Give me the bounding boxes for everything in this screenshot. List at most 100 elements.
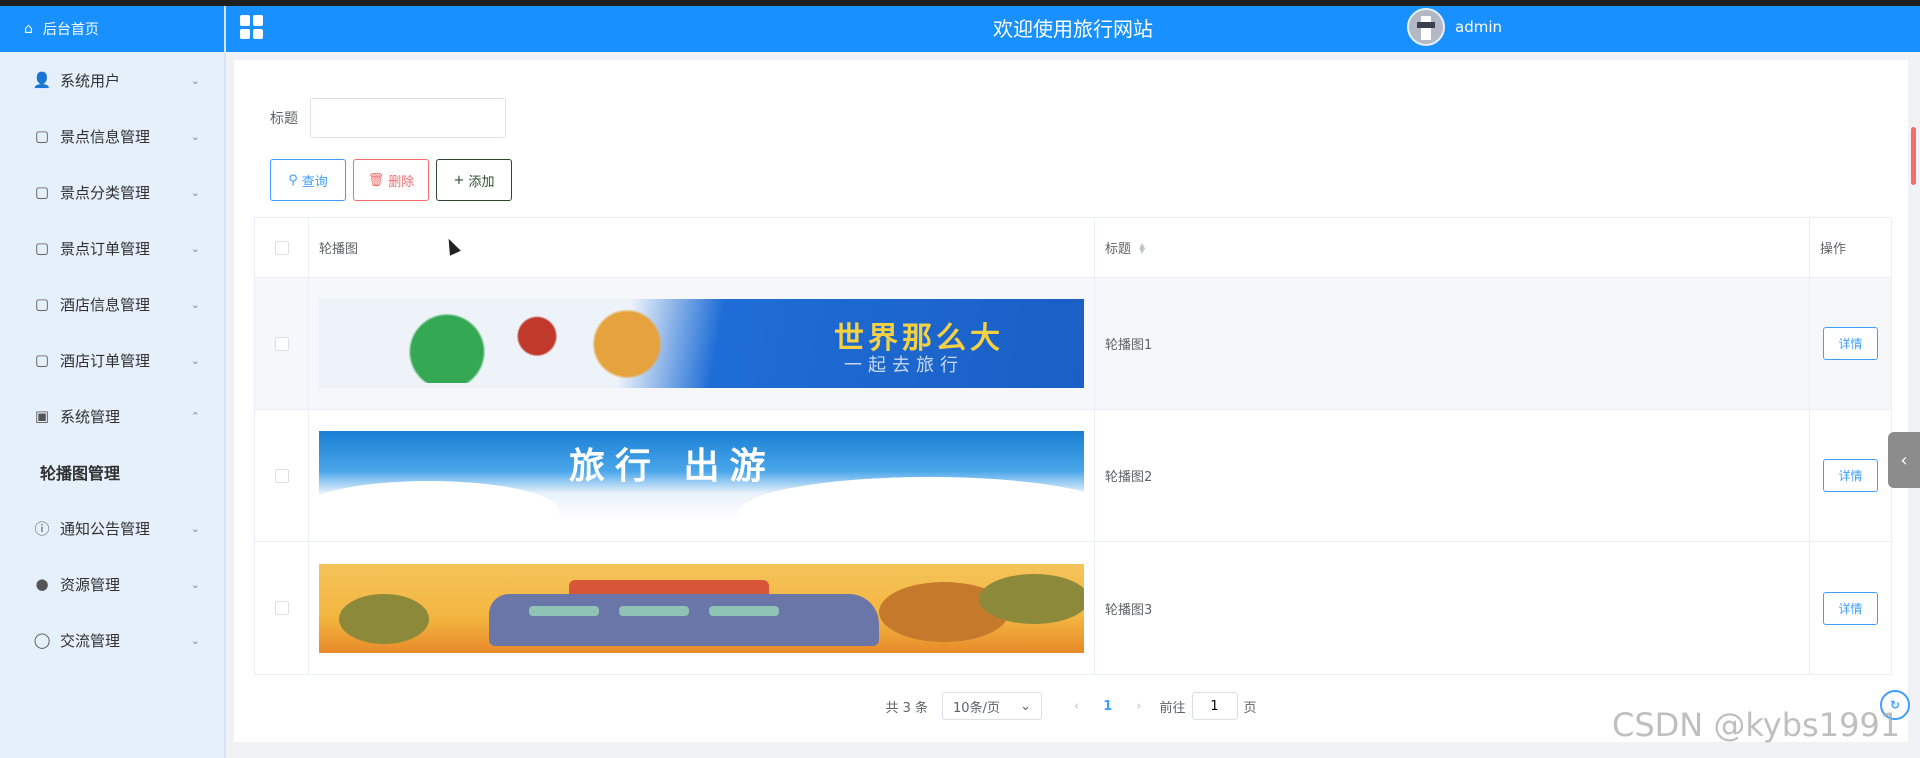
row-checkbox[interactable]	[274, 336, 289, 351]
goto-prefix: 前往	[1159, 700, 1186, 716]
query-button-label: 查询	[301, 174, 328, 190]
chevron-down-icon: ⌄	[190, 577, 200, 591]
column-header-title[interactable]: 标题 ▲ ▼	[1095, 218, 1810, 277]
banner-text: 旅行 出游	[569, 446, 776, 487]
row-title: 轮播图1	[1095, 278, 1810, 409]
sidebar-item[interactable]: ◯ 交流管理 ⌄	[0, 612, 224, 668]
chevron-down-icon: ⌄	[190, 353, 200, 367]
sidebar-item[interactable]: ▢ 酒店订单管理 ⌄	[0, 332, 224, 388]
info-icon: ⓘ	[34, 519, 50, 538]
doc-icon: ▢	[34, 183, 50, 201]
sidebar-item-label: 景点分类管理	[60, 183, 151, 202]
total-count: 共 3 条	[885, 700, 929, 716]
sidebar-item-label: 系统用户	[60, 71, 121, 90]
sidebar-item[interactable]: ▢ 酒店信息管理 ⌄	[0, 276, 224, 332]
row-checkbox[interactable]	[274, 468, 289, 483]
doc-icon: ▢	[34, 295, 50, 313]
page-size-value: 10条/页	[953, 700, 1000, 716]
prev-page-icon[interactable]: ‹	[1074, 699, 1079, 714]
row-checkbox[interactable]	[274, 601, 289, 615]
banner-subtext: 一起去旅行	[844, 355, 964, 376]
scrollbar-thumb[interactable]	[1911, 127, 1916, 185]
chevron-down-icon: ⌄	[190, 73, 200, 87]
sidebar-item-label: 酒店订单管理	[60, 351, 151, 370]
goto-suffix: 页	[1243, 700, 1257, 716]
sidebar: ⌂ 后台首页 👤 系统用户 ⌄ ▢ 景点信息管理 ⌄ ▢ 景点分类管理 ⌄ ▢ 景点订单管理 ⌄ ▢ 酒店…	[0, 6, 226, 758]
table-row: 旅行 出游 轮播图2 详情	[255, 410, 1891, 542]
sidebar-item-label: 通知公告管理	[60, 519, 151, 538]
sidebar-item[interactable]: ▢ 景点订单管理 ⌄	[0, 220, 224, 276]
row-title: 轮播图2	[1095, 410, 1810, 541]
bulb-icon: ●	[35, 575, 49, 593]
chevron-down-icon: ⌄	[190, 633, 200, 647]
banner-image	[319, 563, 1084, 653]
chat-icon: ◯	[33, 631, 51, 649]
sidebar-item[interactable]: ● 资源管理 ⌄	[0, 556, 224, 612]
detail-button[interactable]: 详情	[1823, 591, 1878, 625]
table-header: 轮播图 标题 ▲ ▼ 操作	[255, 218, 1891, 278]
main-panel: 标题 ⚲ 查询 🗑 删除 + 添加 轮播图 标题 ▲ ▼ 操作 世界那么大 一起…	[234, 60, 1908, 742]
user-icon: 👤	[32, 71, 52, 89]
query-button[interactable]: ⚲ 查询	[270, 159, 346, 201]
add-button[interactable]: + 添加	[436, 159, 512, 201]
sidebar-item[interactable]: ▣ 系统管理 ⌃	[0, 388, 224, 444]
chevron-down-icon: ⌄	[1020, 698, 1032, 714]
banner-image: 旅行 出游	[319, 431, 1084, 520]
banner-image: 世界那么大 一起去旅行	[319, 299, 1084, 388]
table-row: 轮播图3 详情	[255, 542, 1891, 674]
avatar	[1407, 8, 1445, 46]
user-name: admin	[1455, 18, 1502, 36]
add-button-label: 添加	[468, 174, 495, 190]
sidebar-item-label: 系统管理	[60, 407, 121, 426]
title-filter-input[interactable]	[310, 98, 506, 138]
sidebar-item-label: 酒店信息管理	[60, 295, 151, 314]
doc-icon: ▢	[34, 127, 50, 145]
sidebar-home[interactable]: ⌂ 后台首页	[0, 6, 224, 52]
detail-button[interactable]: 详情	[1823, 327, 1878, 360]
row-title: 轮播图3	[1095, 542, 1810, 674]
home-icon: ⌂	[24, 21, 33, 37]
next-page-icon[interactable]: ›	[1136, 699, 1141, 714]
column-header-action: 操作	[1820, 242, 1847, 257]
table-row: 世界那么大 一起去旅行 轮播图1 详情	[255, 278, 1891, 410]
search-icon: ⚲	[288, 172, 298, 188]
chevron-down-icon: ⌄	[190, 297, 200, 311]
detail-button[interactable]: 详情	[1823, 459, 1878, 492]
search-row: 标题	[270, 98, 506, 138]
banner-table: 轮播图 标题 ▲ ▼ 操作 世界那么大 一起去旅行 轮播图1 详情 旅行 出游 …	[254, 217, 1892, 675]
chevron-down-icon: ⌄	[190, 185, 200, 199]
watermark: CSDN @kybs1991	[1612, 706, 1901, 744]
picture-icon: ▣	[34, 407, 50, 425]
chevron-down-icon: ⌄	[190, 129, 200, 143]
plus-icon: +	[453, 172, 465, 188]
site-title: 欢迎使用旅行网站	[993, 17, 1153, 41]
chevron-down-icon: ⌄	[190, 521, 200, 535]
trash-icon: 🗑	[367, 172, 385, 188]
sidebar-item[interactable]: ⓘ 通知公告管理 ⌄	[0, 500, 224, 556]
sidebar-item-label: 资源管理	[60, 575, 121, 594]
action-buttons: ⚲ 查询 🗑 删除 + 添加	[270, 159, 519, 201]
chevron-up-icon: ⌃	[190, 409, 200, 423]
doc-icon: ▢	[34, 351, 50, 369]
sidebar-subitem-label: 轮播图管理	[40, 464, 121, 483]
chevron-down-icon: ⌄	[190, 241, 200, 255]
goto-page-input[interactable]	[1191, 692, 1238, 720]
sidebar-item[interactable]: ▢ 景点分类管理 ⌄	[0, 164, 224, 220]
sidebar-item[interactable]: ▢ 景点信息管理 ⌄	[0, 108, 224, 164]
select-all-checkbox[interactable]	[274, 240, 289, 255]
page-size-select[interactable]: 10条/页 ⌄	[942, 692, 1043, 720]
sidebar-item-label: 交流管理	[60, 631, 121, 650]
sidebar-item-label: 景点订单管理	[60, 239, 151, 258]
user-menu[interactable]: admin	[1407, 8, 1502, 46]
sidebar-item[interactable]: 👤 系统用户 ⌄	[0, 52, 224, 108]
sidebar-item-label: 景点信息管理	[60, 127, 151, 146]
sort-icon[interactable]: ▲ ▼	[1139, 241, 1145, 254]
delete-button[interactable]: 🗑 删除	[353, 159, 429, 201]
sidebar-subitem-banner[interactable]: 轮播图管理	[0, 444, 224, 500]
collapse-side-panel-icon[interactable]: ‹	[1888, 432, 1920, 488]
column-header-title-label: 标题	[1105, 242, 1132, 257]
delete-button-label: 删除	[388, 174, 415, 190]
doc-icon: ▢	[34, 239, 50, 257]
title-filter-label: 标题	[270, 111, 298, 127]
page-number[interactable]: 1	[1103, 699, 1112, 714]
